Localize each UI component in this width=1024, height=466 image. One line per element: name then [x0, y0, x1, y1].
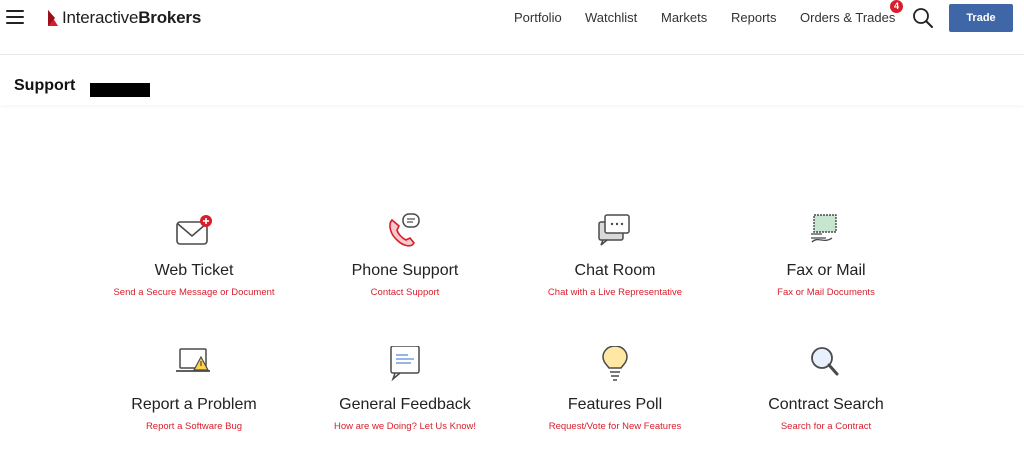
page-header: Support [0, 55, 1024, 105]
page-title: Support [14, 77, 76, 94]
card-contract-search[interactable]: Contract Search Search for a Contract [716, 346, 936, 456]
magnifier-icon [811, 347, 839, 376]
nav-markets[interactable]: Markets [661, 10, 707, 25]
card-subtitle-link[interactable]: Fax or Mail Documents [716, 287, 936, 298]
envelope-plus-icon [176, 215, 212, 245]
nav-portfolio[interactable]: Portfolio [514, 10, 562, 25]
fax-mail-icon [811, 214, 837, 243]
card-subtitle-link[interactable]: How are we Doing? Let Us Know! [295, 421, 515, 432]
search-icon[interactable] [912, 7, 934, 29]
card-title: Fax or Mail [786, 262, 866, 279]
brand-logo[interactable]: InteractiveBrokers [46, 7, 201, 29]
nav-watchlist[interactable]: Watchlist [585, 10, 637, 25]
orders-count-badge: 4 [890, 0, 903, 13]
card-report-a-problem[interactable]: Report a Problem Report a Software Bug [84, 346, 304, 456]
card-subtitle-link[interactable]: Search for a Contract [716, 421, 936, 432]
card-web-ticket[interactable]: Web Ticket Send a Secure Message or Docu… [84, 212, 304, 322]
nav-reports[interactable]: Reports [731, 10, 777, 25]
top-navigation-bar: InteractiveBrokers Portfolio Watchlist M… [0, 0, 1024, 55]
card-title: Chat Room [574, 262, 656, 279]
card-subtitle-link[interactable]: Contact Support [295, 287, 515, 298]
hamburger-menu-icon[interactable] [6, 10, 24, 24]
card-title: Features Poll [567, 396, 663, 413]
card-title: Contract Search [768, 396, 884, 413]
card-title: Web Ticket [154, 262, 234, 279]
phone-icon [389, 213, 420, 247]
card-subtitle-link[interactable]: Request/Vote for New Features [505, 421, 725, 432]
lightbulb-icon [602, 346, 628, 381]
trade-button[interactable]: Trade [949, 4, 1013, 32]
logo-mark-icon [48, 10, 58, 26]
card-phone-support[interactable]: Phone Support Contact Support [295, 212, 515, 322]
redacted-account-id [90, 83, 150, 97]
card-subtitle-link[interactable]: Report a Software Bug [84, 421, 304, 432]
card-title: Phone Support [351, 262, 459, 279]
card-chat-room[interactable]: Chat Room Chat with a Live Representativ… [505, 212, 725, 322]
card-fax-or-mail[interactable]: Fax or Mail Fax or Mail Documents [716, 212, 936, 322]
brand-name: InteractiveBrokers [62, 8, 202, 27]
nav-orders-trades[interactable]: Orders & Trades [800, 10, 895, 25]
feedback-icon [390, 346, 420, 382]
card-features-poll[interactable]: Features Poll Request/Vote for New Featu… [505, 346, 725, 456]
card-subtitle-link[interactable]: Chat with a Live Representative [505, 287, 725, 298]
card-general-feedback[interactable]: General Feedback How are we Doing? Let U… [295, 346, 515, 456]
laptop-warning-icon [176, 348, 210, 372]
card-title: Report a Problem [131, 396, 257, 413]
chat-icon [598, 214, 630, 246]
card-subtitle-link[interactable]: Send a Secure Message or Document [84, 287, 304, 298]
card-title: General Feedback [339, 396, 471, 413]
